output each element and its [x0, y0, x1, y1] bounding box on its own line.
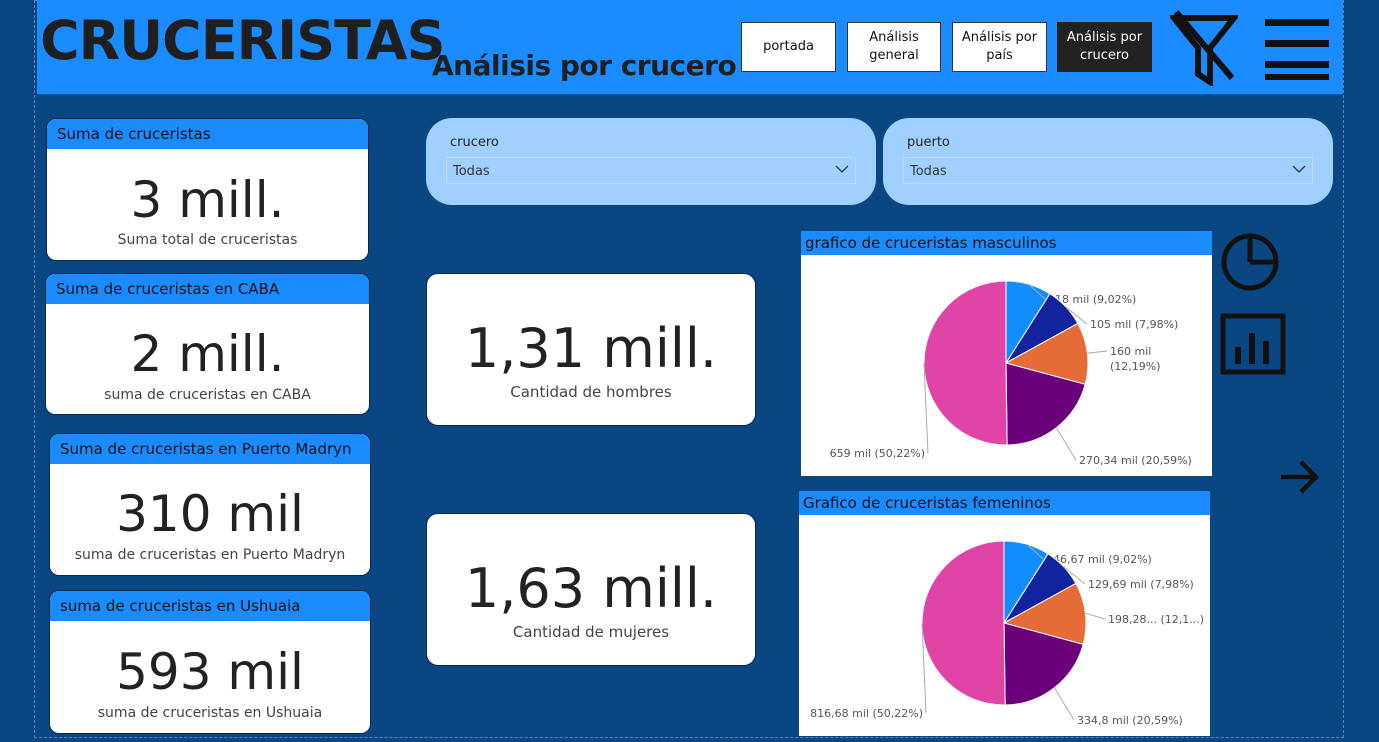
chevron-down-icon: [1292, 165, 1306, 173]
nav-button-portada[interactable]: portada: [741, 22, 836, 72]
kpi-label: Suma total de cruceristas: [117, 232, 298, 248]
kpi-card-ushuaia: suma de cruceristas en Ushuaia 593 mil s…: [49, 590, 371, 734]
kpi-card-hombres: 1,31 mill. Cantidad de hombres: [426, 273, 756, 426]
leader-line: [1055, 427, 1077, 461]
pie-chart-icon[interactable]: [1218, 230, 1284, 292]
data-label: 659 mil (50,22%): [830, 447, 925, 460]
kpi-value: 593 mil: [116, 643, 304, 701]
slicer-crucero: crucero Todas: [426, 118, 876, 205]
pie-slice-5[interactable]: [923, 280, 1008, 446]
slicer-selected-value: Todas: [910, 164, 947, 179]
page-title: CRUCERISTAS: [40, 9, 445, 72]
slicer-dropdown-puerto[interactable]: Todas: [903, 157, 1313, 184]
kpi-value: 1,31 mill.: [464, 317, 718, 380]
kpi-card-header: Suma de cruceristas en CABA: [46, 274, 369, 304]
leader-line: [1087, 350, 1108, 354]
slicer-label: puerto: [907, 135, 950, 150]
pie-chart-masculinos: 118 mil (9,02%)105 mil (7,98%)160 mil (12…: [830, 280, 1192, 467]
data-label: 146,67 mil (9,02%): [1046, 553, 1152, 566]
slicer-selected-value: Todas: [453, 164, 490, 179]
kpi-label: suma de cruceristas en Ushuaia: [97, 705, 323, 721]
chevron-down-icon: [835, 165, 849, 173]
data-label: 129,69 mil (7,98%): [1088, 578, 1194, 591]
data-label: 198,28... (12,1...): [1108, 613, 1204, 626]
kpi-card-mujeres: 1,63 mill. Cantidad de mujeres: [426, 513, 756, 666]
nav-button-analisis-por-pais[interactable]: Análisis por país: [952, 22, 1047, 72]
pie-chart-femeninos: 146,67 mil (9,02%) 129,69 mil (7,98%) 198,…: [810, 540, 1204, 727]
pie-slice-5[interactable]: [921, 540, 1006, 706]
bar-chart-icon[interactable]: [1220, 313, 1286, 375]
data-label: 105 mil (7,98%): [1090, 318, 1178, 331]
kpi-value: 1,63 mill.: [464, 557, 718, 620]
data-label: 334,8 mil (20,59%): [1077, 714, 1183, 727]
slicer-dropdown-crucero[interactable]: Todas: [446, 157, 856, 184]
nav-button-analisis-por-crucero[interactable]: Análisis por crucero: [1057, 22, 1152, 72]
arrow-right-icon[interactable]: [1279, 458, 1321, 496]
kpi-value: 3 mill.: [130, 171, 285, 229]
slicer-puerto: puerto Todas: [883, 118, 1333, 205]
kpi-card-header: Suma de cruceristas en Puerto Madryn: [50, 434, 370, 464]
data-label: 160 mil (12,19%): [1110, 345, 1161, 373]
pie-card-femeninos: Grafico de cruceristas femeninos 146,67 …: [799, 491, 1210, 736]
kpi-label: suma de cruceristas en CABA: [104, 387, 311, 403]
pie-card-masculinos: grafico de cruceristas masculinos 118 mi…: [801, 231, 1212, 476]
page-subtitle: Análisis por crucero: [432, 49, 737, 82]
kpi-value: 310 mil: [116, 485, 304, 543]
kpi-card-total: Suma de cruceristas 3 mill. Suma total d…: [46, 118, 369, 261]
filter-clear-icon[interactable]: [1170, 8, 1238, 86]
kpi-card-header: suma de cruceristas en Ushuaia: [50, 591, 370, 621]
kpi-card-header: Suma de cruceristas: [47, 119, 368, 149]
kpi-value: 2 mill.: [130, 325, 285, 383]
data-label: 816,68 mil (50,22%): [810, 707, 923, 720]
kpi-label: Cantidad de mujeres: [512, 623, 670, 641]
nav-button-analisis-general[interactable]: Análisis general: [847, 22, 941, 72]
chart-title: Grafico de cruceristas femeninos: [799, 491, 1210, 515]
slicer-label: crucero: [450, 135, 499, 150]
kpi-label: suma de cruceristas en Puerto Madryn: [74, 547, 346, 563]
kpi-card-puerto-madryn: Suma de cruceristas en Puerto Madryn 310…: [49, 433, 371, 576]
data-label: 270,34 mil (20,59%): [1079, 454, 1192, 467]
leader-line: [1085, 612, 1106, 620]
kpi-card-caba: Suma de cruceristas en CABA 2 mill. suma…: [45, 273, 370, 415]
leader-line: [1053, 687, 1075, 721]
chart-title: grafico de cruceristas masculinos: [801, 231, 1212, 255]
kpi-label: Cantidad de hombres: [510, 383, 672, 401]
hamburger-menu-icon[interactable]: [1263, 14, 1331, 82]
